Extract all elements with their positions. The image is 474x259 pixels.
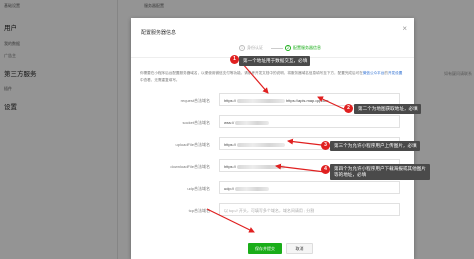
udp-domain-label: udp合法域名 xyxy=(187,186,210,191)
form-row-tcp-domain: tcp合法域名 以 tcp:// 开头，可填写多个域名，域名间请用 ; 分割 xyxy=(131,203,414,217)
annotation-callout-3: 第三个为允许小程序用户上传图片，必填 xyxy=(330,141,420,151)
step-number: 2 xyxy=(285,45,291,51)
redacted-text xyxy=(237,142,286,147)
annotation-callout-2: 第二个为地图获取地址，必填 xyxy=(354,104,421,114)
description-text: 你需要在小程序后台配置服务器域名，以便使用微信支付等功能。请参考开发文档中的说明… xyxy=(140,71,363,75)
annotation-number-badge: 3 xyxy=(321,141,330,150)
cancel-button[interactable]: 取消 xyxy=(286,243,313,254)
annotation-callout-4: 第四个为允许小程序用户下载海报或其他图片等的地址，必填 xyxy=(330,164,430,180)
wechat-platform-link[interactable]: 微信公众平台 xyxy=(363,71,385,75)
redacted-text xyxy=(235,120,270,125)
download-domain-label: downloadFile合法域名 xyxy=(170,164,210,169)
step-indicator: 1 身份认证 2 配置服务器信息 xyxy=(239,45,349,55)
annotation-number-badge: 1 xyxy=(230,55,239,64)
upload-domain-label: uploadFile合法域名 xyxy=(175,142,210,147)
socket-domain-label: socket合法域名 xyxy=(182,120,210,125)
input-suffix: https://apis.map.qq.com xyxy=(286,98,329,103)
step-label: 配置服务器信息 xyxy=(293,45,321,50)
save-and-submit-button[interactable]: 保存并提交 xyxy=(248,243,282,254)
input-prefix: https:// xyxy=(224,142,237,147)
annotation-callout-1: 第一个地址用于数据交互，必填 xyxy=(239,56,311,66)
input-prefix: udp:// xyxy=(224,186,235,191)
step-label: 身份认证 xyxy=(247,45,263,50)
annotation-number-badge: 2 xyxy=(344,104,353,113)
input-prefix: https:// xyxy=(224,164,237,169)
close-icon[interactable]: × xyxy=(402,25,407,33)
input-prefix: wss:// xyxy=(224,120,235,125)
step-number: 1 xyxy=(239,45,245,51)
udp-domain-input[interactable]: udp:// xyxy=(219,181,400,194)
dialog-title: 配置服务器信息 xyxy=(141,30,177,36)
form-row-udp-domain: udp合法域名 udp:// xyxy=(131,181,414,195)
redacted-text xyxy=(237,164,286,169)
input-prefix: https:// xyxy=(224,98,237,103)
description-text-end: 中查看，无需重复填写。 xyxy=(140,77,180,82)
input-placeholder: 以 tcp:// 开头，可填写多个域名，域名间请用 ; 分割 xyxy=(224,208,315,213)
step-identity-verification: 1 身份认证 xyxy=(239,45,263,51)
tcp-domain-input[interactable]: 以 tcp:// 开头，可填写多个域名，域名间请用 ; 分割 xyxy=(219,203,400,216)
annotation-number-badge: 4 xyxy=(321,165,330,174)
server-config-dialog: 配置服务器信息 × 1 身份认证 2 配置服务器信息 你需要在小程序后台配置服务… xyxy=(131,18,414,259)
tcp-domain-label: tcp合法域名 xyxy=(188,208,210,213)
step-connector xyxy=(271,48,283,49)
form-row-socket-domain: socket合法域名 wss:// xyxy=(131,115,414,129)
request-domain-label: request合法域名 xyxy=(180,98,210,103)
dev-settings-link[interactable]: 开发设置 xyxy=(388,71,402,75)
step-server-config: 2 配置服务器信息 xyxy=(285,45,321,51)
dialog-description: 你需要在小程序后台配置服务器域名，以便使用微信支付等功能。请参考开发文档中的说明… xyxy=(140,70,405,83)
redacted-text xyxy=(237,98,286,103)
socket-domain-input[interactable]: wss:// xyxy=(219,115,400,128)
redacted-text xyxy=(235,186,270,191)
